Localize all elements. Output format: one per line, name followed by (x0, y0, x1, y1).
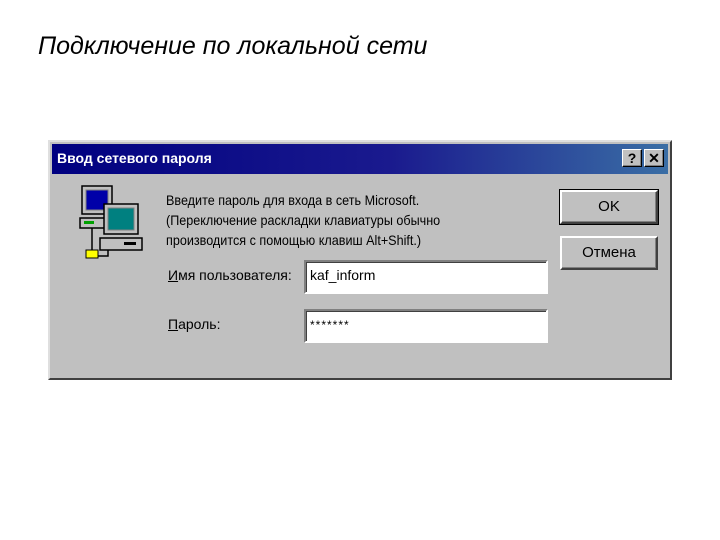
message-line: (Переключение раскладки клавиатуры обычн… (166, 212, 441, 228)
password-label: Пароль: (168, 316, 220, 332)
password-label-text: ароль: (178, 316, 221, 332)
dialog-title: Ввод сетевого пароля (57, 150, 212, 166)
password-field[interactable]: ******* (304, 309, 548, 343)
network-password-dialog: Ввод сетевого пароля ? ✕ Введите пароль … (48, 140, 672, 380)
dialog-titlebar[interactable]: Ввод сетевого пароля ? ✕ (52, 144, 668, 174)
message-line: Введите пароль для входа в сеть Microsof… (166, 192, 420, 208)
ok-button[interactable]: OK (559, 189, 659, 225)
close-button[interactable]: ✕ (644, 149, 664, 167)
username-label-hotkey: И (168, 267, 179, 283)
cancel-button[interactable]: Отмена (560, 236, 658, 270)
username-label: Имя пользователя: (168, 267, 292, 283)
username-field[interactable]: kaf_inform (304, 260, 548, 294)
password-label-hotkey: П (168, 316, 179, 332)
network-computers-icon (79, 185, 143, 259)
message-line: производится с помощью клавиш Alt+Shift.… (166, 232, 422, 248)
password-value: ******* (310, 318, 350, 332)
dialog-message: Введите пароль для входа в сеть Microsof… (166, 190, 463, 250)
username-label-text: мя пользователя: (178, 267, 292, 283)
slide-title: Подключение по локальной сети (38, 32, 428, 60)
help-button[interactable]: ? (622, 149, 642, 167)
